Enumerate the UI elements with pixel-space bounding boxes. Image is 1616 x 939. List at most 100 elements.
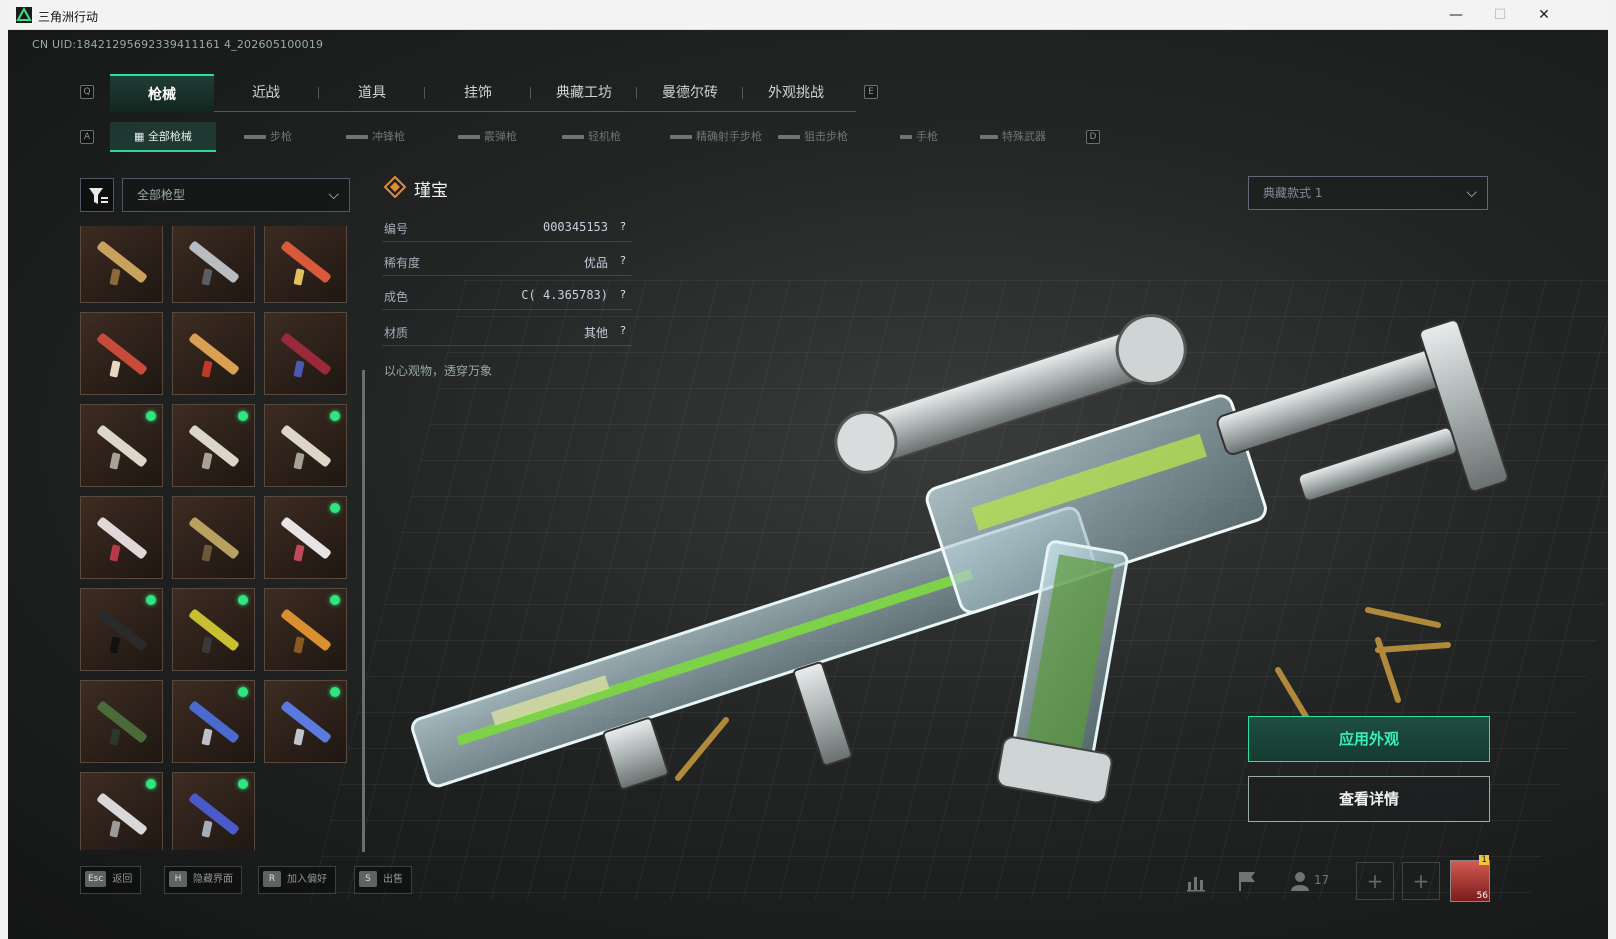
detail-value: 优品 [583, 256, 608, 270]
weapon-thumbnail-icon [96, 608, 148, 652]
party-slot-add-button[interactable]: + [1402, 862, 1440, 900]
weapon-skin-cell[interactable] [264, 496, 347, 579]
weapon-thumbnail-icon [280, 424, 332, 468]
weapon-skin-cell[interactable] [80, 680, 163, 763]
game-viewport: CN UID:18421295692339411161 4_2026051000… [8, 30, 1608, 939]
weapon-skin-grid [80, 226, 352, 850]
tab-divider [424, 87, 425, 99]
tab-appearance-challenge[interactable]: 外观挑战 [744, 74, 848, 112]
weapon-skin-cell[interactable] [172, 588, 255, 671]
hotkey-key: R [263, 871, 281, 887]
subtab-lmg[interactable]: 轻机枪 [562, 122, 621, 152]
weapon-thumbnail-icon [96, 700, 148, 744]
hotkey-add-favorite[interactable]: R 加入偏好 [258, 866, 336, 894]
friends-icon[interactable] [1288, 868, 1314, 894]
weapon-skin-cell[interactable] [172, 312, 255, 395]
weapon-grip-icon [201, 728, 213, 746]
weapon-thumbnail-icon [96, 424, 148, 468]
detail-row-material: 材质 其他 ? [382, 318, 632, 346]
subtab-special-weapon[interactable]: 特殊武器 [980, 122, 1046, 152]
filter-button[interactable] [80, 178, 114, 212]
tab-divider [742, 87, 743, 99]
shotgun-icon [458, 135, 480, 139]
weapon-grip-icon [109, 728, 121, 746]
weapon-thumbnail-icon [188, 332, 240, 376]
new-indicator-dot [146, 595, 156, 605]
apply-appearance-button[interactable]: 应用外观 [1248, 716, 1490, 762]
weapon-skin-cell[interactable] [264, 404, 347, 487]
hotkey-hide-ui[interactable]: H 隐藏界面 [164, 866, 242, 894]
weapon-skin-cell[interactable] [80, 588, 163, 671]
weapon-skin-cell[interactable] [264, 680, 347, 763]
weapon-skin-cell[interactable] [172, 772, 255, 850]
party-slot-add-button[interactable]: + [1356, 862, 1394, 900]
weapon-skin-cell[interactable] [172, 404, 255, 487]
gun-type-dropdown[interactable]: 全部枪型 ⌵ [122, 178, 350, 212]
weapon-thumbnail-icon [280, 516, 332, 560]
new-indicator-dot [146, 411, 156, 421]
player-avatar[interactable]: 1 56 [1450, 855, 1490, 902]
weapon-thumbnail-icon [96, 240, 148, 284]
tab-collection-workshop[interactable]: 典藏工坊 [532, 74, 636, 112]
tab-mandel-brick[interactable]: 曼德尔砖 [638, 74, 742, 112]
weapon-skin-cell[interactable] [264, 588, 347, 671]
new-indicator-dot [330, 687, 340, 697]
weapon-skin-cell[interactable] [172, 680, 255, 763]
weapon-grip-icon [201, 544, 213, 562]
subtab-sniper-rifle[interactable]: 狙击步枪 [778, 122, 848, 152]
flag-icon[interactable] [1234, 868, 1260, 894]
rarity-diamond-icon [384, 176, 406, 198]
bottom-bar: Esc 返回 H 隐藏界面 R 加入偏好 S 出售 17 + + 1 56 [8, 855, 1608, 906]
weapon-thumbnail-icon [188, 516, 240, 560]
weapon-skin-cell[interactable] [172, 226, 255, 303]
weapon-thumbnail-icon [280, 332, 332, 376]
tab-items[interactable]: 道具 [320, 74, 424, 112]
subtab-pistol[interactable]: 手枪 [900, 122, 938, 152]
detail-row-rarity: 稀有度 优品 ? [382, 248, 632, 276]
rifle-icon [244, 135, 266, 139]
hotkey-sell[interactable]: S 出售 [354, 866, 412, 894]
maximize-button[interactable]: ☐ [1480, 4, 1520, 26]
detail-value: 000345153 [542, 220, 608, 234]
hotkey-label: 加入偏好 [287, 874, 327, 885]
weapon-skin-cell[interactable] [264, 226, 347, 303]
chevron-down-icon: ⌵ [328, 187, 339, 203]
hotkey-back[interactable]: Esc 返回 [80, 866, 142, 894]
weapon-skin-cell[interactable] [80, 226, 163, 303]
game-window: 三角洲行动 — ☐ ✕ CN UID:18421295692339411161 … [8, 0, 1608, 939]
skin-name: 瑾宝 [414, 181, 448, 201]
weapon-skin-cell[interactable] [80, 772, 163, 850]
help-icon[interactable]: ? [616, 254, 630, 268]
weapon-grip-icon [109, 544, 121, 562]
weapon-skin-cell[interactable] [172, 496, 255, 579]
weapon-skin-cell[interactable] [80, 496, 163, 579]
new-indicator-dot [238, 779, 248, 789]
player-uid: CN UID:18421295692339411161 4_2026051000… [32, 38, 324, 51]
weapon-grip-icon [201, 268, 213, 286]
subtab-shotgun[interactable]: 霰弹枪 [458, 122, 517, 152]
detail-label: 编号 [384, 222, 409, 236]
skin-grid-scrollbar[interactable] [362, 370, 365, 852]
weapon-skin-cell[interactable] [264, 312, 347, 395]
weapon-thumbnail-icon [188, 240, 240, 284]
view-details-button[interactable]: 查看详情 [1248, 776, 1490, 822]
help-icon[interactable]: ? [616, 288, 630, 302]
weapon-skin-cell[interactable] [80, 312, 163, 395]
collection-style-dropdown[interactable]: 典藏款式 1 ⌵ [1248, 176, 1488, 210]
grid-icon: ▦ [134, 130, 148, 143]
bar-chart-icon[interactable] [1184, 868, 1210, 894]
subtab-rifle[interactable]: 步枪 [244, 122, 292, 152]
subtab-all-guns[interactable]: ▦ 全部枪械 [110, 122, 216, 152]
tab-guns[interactable]: 枪械 [110, 74, 214, 112]
subtab-marksman-rifle[interactable]: 精确射手步枪 [670, 122, 762, 152]
weapon-skin-cell[interactable] [80, 404, 163, 487]
minimize-button[interactable]: — [1436, 4, 1476, 26]
weapon-grip-icon [201, 360, 213, 378]
main-tab-bar: 枪械 近战 道具 挂饰 典藏工坊 曼德尔砖 外观挑战 [110, 74, 856, 112]
help-icon[interactable]: ? [616, 220, 630, 234]
subtab-smg[interactable]: 冲锋枪 [346, 122, 405, 152]
tab-melee[interactable]: 近战 [214, 74, 318, 112]
close-button[interactable]: ✕ [1524, 4, 1564, 26]
tab-charms[interactable]: 挂饰 [426, 74, 530, 112]
help-icon[interactable]: ? [616, 324, 630, 338]
